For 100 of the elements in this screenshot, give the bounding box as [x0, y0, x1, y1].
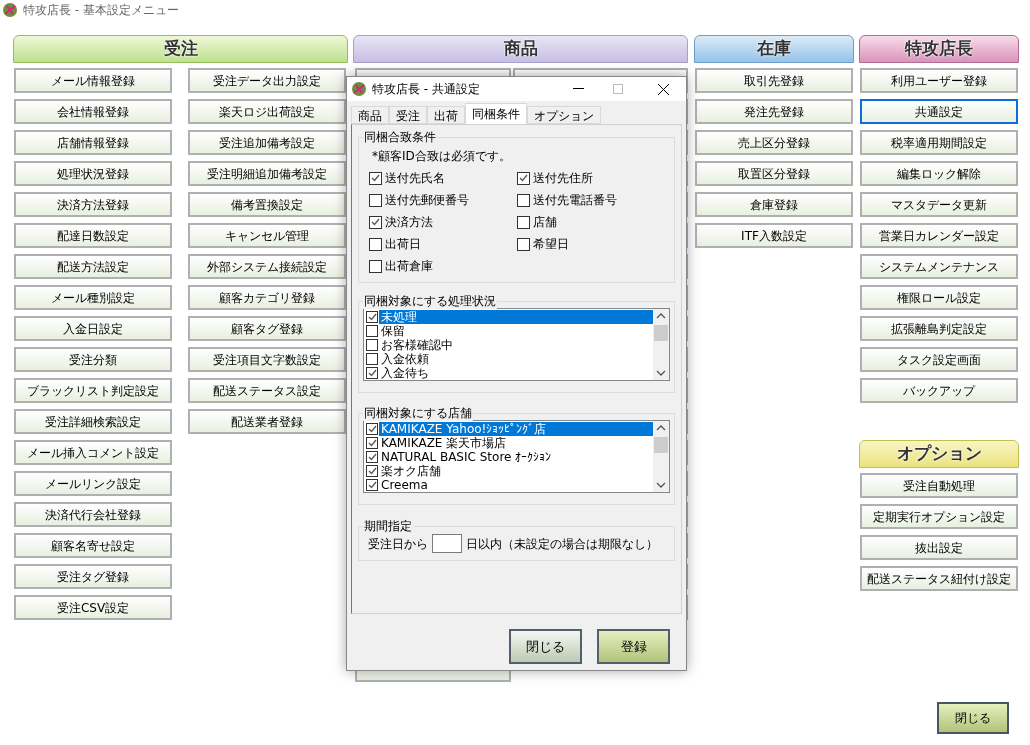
- menu-button[interactable]: 税率適用期間設定: [860, 130, 1018, 155]
- checkbox[interactable]: [366, 339, 378, 351]
- menu-button[interactable]: 権限ロール設定: [860, 285, 1018, 310]
- menu-button[interactable]: 売上区分登録: [695, 130, 853, 155]
- menu-button[interactable]: メール種別設定: [14, 285, 172, 310]
- menu-button[interactable]: タスク設定画面: [860, 347, 1018, 372]
- days-field[interactable]: [432, 534, 462, 553]
- menu-button[interactable]: マスタデータ更新: [860, 192, 1018, 217]
- list-item[interactable]: KAMIKAZE 楽天市場店: [379, 436, 653, 450]
- checkbox[interactable]: [516, 171, 530, 185]
- list-item[interactable]: 楽オク店舗: [379, 464, 653, 478]
- checkbox[interactable]: [366, 451, 378, 463]
- menu-button[interactable]: 決済方法登録: [14, 192, 172, 217]
- menu-button[interactable]: 受注自動処理: [860, 473, 1018, 498]
- menu-button[interactable]: 営業日カレンダー設定: [860, 223, 1018, 248]
- checkbox[interactable]: [366, 353, 378, 365]
- menu-button[interactable]: システムメンテナンス: [860, 254, 1018, 279]
- close-button[interactable]: 閉じる: [937, 702, 1009, 734]
- menu-button[interactable]: バックアップ: [860, 378, 1018, 403]
- menu-button[interactable]: ITF入数設定: [695, 223, 853, 248]
- checkbox[interactable]: [366, 311, 378, 323]
- menu-button[interactable]: 備考置換設定: [188, 192, 346, 217]
- menu-button[interactable]: 受注詳細検索設定: [14, 409, 172, 434]
- menu-button[interactable]: キャンセル管理: [188, 223, 346, 248]
- menu-button[interactable]: 顧客名寄せ設定: [14, 533, 172, 558]
- tab[interactable]: 受注: [389, 106, 427, 124]
- menu-button[interactable]: 利用ユーザー登録: [860, 68, 1018, 93]
- checkbox[interactable]: [516, 193, 530, 207]
- menu-button[interactable]: 編集ロック解除: [860, 161, 1018, 186]
- menu-button[interactable]: 配達日数設定: [14, 223, 172, 248]
- section-header: 受注: [13, 35, 348, 63]
- menu-button[interactable]: 店舗情報登録: [14, 130, 172, 155]
- menu-button[interactable]: メール情報登録: [14, 68, 172, 93]
- menu-button[interactable]: 受注項目文字数設定: [188, 347, 346, 372]
- list-item[interactable]: KAMIKAZE Yahoo!ｼｮｯﾋﾟﾝｸﾞ店: [379, 422, 653, 436]
- checkbox[interactable]: [369, 171, 382, 185]
- checkbox[interactable]: [366, 437, 378, 449]
- checkbox[interactable]: [369, 193, 382, 207]
- scrollbar[interactable]: [653, 421, 669, 492]
- menu-button[interactable]: 決済代行会社登録: [14, 502, 172, 527]
- checkbox[interactable]: [369, 215, 382, 229]
- menu-button[interactable]: 顧客カテゴリ登録: [188, 285, 346, 310]
- menu-button[interactable]: メール挿入コメント設定: [14, 440, 172, 465]
- list-item[interactable]: Creema: [379, 478, 653, 492]
- checkbox[interactable]: [366, 479, 378, 491]
- checkbox[interactable]: [366, 367, 378, 379]
- menu-button[interactable]: ブラックリスト判定設定: [14, 378, 172, 403]
- menu-button[interactable]: 配送ステータス設定: [188, 378, 346, 403]
- checkmark-icon: [371, 174, 380, 182]
- menu-button[interactable]: 受注CSV設定: [14, 595, 172, 620]
- list-item[interactable]: 保留: [379, 324, 653, 338]
- menu-button[interactable]: 受注分類: [14, 347, 172, 372]
- menu-button[interactable]: 配送方法設定: [14, 254, 172, 279]
- menu-button[interactable]: 定期実行オプション設定: [860, 504, 1018, 529]
- window-title: 特攻店長 - 基本設定メニュー: [23, 2, 179, 19]
- menu-button[interactable]: 入金日設定: [14, 316, 172, 341]
- register-button[interactable]: 登録: [597, 629, 670, 664]
- list-item[interactable]: NATURAL BASIC Store ｵｰｸｼｮﾝ: [379, 450, 653, 464]
- close-icon[interactable]: [658, 83, 669, 95]
- close-button[interactable]: 閉じる: [509, 629, 582, 664]
- list-item[interactable]: 未処理: [379, 310, 653, 324]
- menu-button[interactable]: 処理状況登録: [14, 161, 172, 186]
- menu-button[interactable]: 受注タグ登録: [14, 564, 172, 589]
- minimize-icon[interactable]: [573, 88, 584, 90]
- checkbox[interactable]: [516, 237, 530, 251]
- checkbox[interactable]: [369, 237, 382, 251]
- menu-button[interactable]: 楽天ロジ出荷設定: [188, 99, 346, 124]
- tab[interactable]: 同梱条件: [465, 103, 527, 124]
- checkbox[interactable]: [366, 465, 378, 477]
- menu-button[interactable]: 顧客タグ登録: [188, 316, 346, 341]
- group-legend: 期間指定: [363, 518, 413, 534]
- menu-button[interactable]: 共通設定: [860, 99, 1018, 124]
- list-item[interactable]: 入金依頼: [379, 352, 653, 366]
- menu-button[interactable]: 会社情報登録: [14, 99, 172, 124]
- menu-button[interactable]: 受注追加備考設定: [188, 130, 346, 155]
- menu-button[interactable]: 抜出設定: [860, 535, 1018, 560]
- checkbox-label: 決済方法: [385, 214, 433, 230]
- menu-button[interactable]: 拡張離島判定設定: [860, 316, 1018, 341]
- menu-button[interactable]: 受注明細追加備考設定: [188, 161, 346, 186]
- checkmark-icon: [367, 369, 377, 377]
- menu-button[interactable]: 取置区分登録: [695, 161, 853, 186]
- menu-button[interactable]: 倉庫登録: [695, 192, 853, 217]
- menu-button[interactable]: 受注データ出力設定: [188, 68, 346, 93]
- menu-button[interactable]: 配送業者登録: [188, 409, 346, 434]
- tab[interactable]: 出荷: [427, 106, 465, 124]
- menu-button[interactable]: 外部システム接続設定: [188, 254, 346, 279]
- checkbox[interactable]: [366, 325, 378, 337]
- checkbox[interactable]: [369, 259, 382, 273]
- menu-button[interactable]: メールリンク設定: [14, 471, 172, 496]
- list-item[interactable]: お客様確認中: [379, 338, 653, 352]
- tab[interactable]: オプション: [527, 106, 601, 124]
- tab[interactable]: 商品: [351, 106, 389, 124]
- dialog-title: 特攻店長 - 共通設定: [372, 81, 481, 98]
- checkbox[interactable]: [366, 423, 378, 435]
- menu-button[interactable]: 発注先登録: [695, 99, 853, 124]
- scrollbar[interactable]: [653, 309, 669, 380]
- checkbox[interactable]: [516, 215, 530, 229]
- list-item[interactable]: 入金待ち: [379, 366, 653, 380]
- menu-button[interactable]: 配送ステータス紐付け設定: [860, 566, 1018, 591]
- menu-button[interactable]: 取引先登録: [695, 68, 853, 93]
